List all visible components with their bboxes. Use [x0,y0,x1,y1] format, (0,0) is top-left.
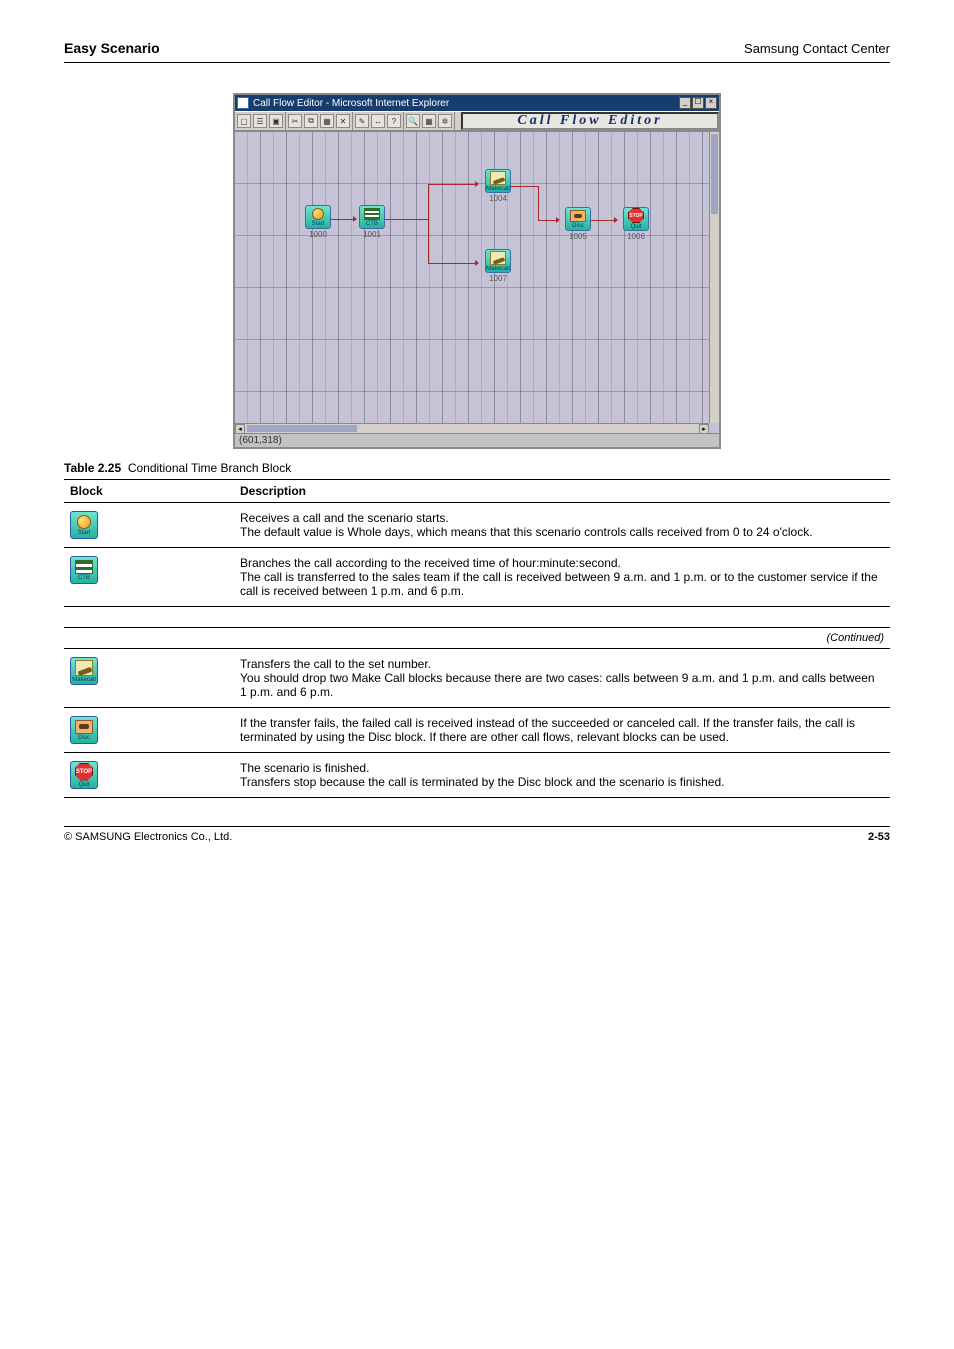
makecall-icon: Makecall [70,657,98,685]
close-button[interactable]: × [705,97,717,109]
arrow-icon [475,260,479,266]
table-caption: Table 2.25 Conditional Time Branch Block [64,461,890,475]
legend-table-part2: Makecall Transfers the call to the set n… [64,649,890,798]
page-footer: © SAMSUNG Electronics Co., Ltd. 2-53 [64,826,890,843]
toolbar-group-file: ▢ ☰ ▣ [235,112,286,130]
desc-cell: Branches the call according to the recei… [234,548,890,607]
ctb-icon [364,208,380,220]
minimize-button[interactable]: _ [679,97,691,109]
node-makecall-1[interactable]: Makecall 1004 [480,169,516,203]
scrollbar-thumb[interactable] [247,425,357,432]
scroll-right-icon[interactable]: ▸ [699,424,709,433]
table-row: Makecall Transfers the call to the set n… [64,649,890,708]
page-header: Easy Scenario Samsung Contact Center [64,40,890,63]
legend-table-part1: Block Description Start Receives a call … [64,479,890,607]
scroll-track[interactable] [245,424,699,433]
table-index: Table 2.25 [64,461,121,475]
ctb-icon: CTB [70,556,98,584]
connector [428,263,476,264]
node-makecall-2[interactable]: Makecall 1007 [480,249,516,283]
start-icon: Start [70,511,98,539]
connector [428,184,429,264]
arrow-icon [475,181,479,187]
disc-icon: Disc [70,716,98,744]
delete-icon[interactable]: ✕ [336,114,350,128]
ie-title-left: Call Flow Editor - Microsoft Internet Ex… [237,97,449,109]
toolbar-group-draw: ✎ ↔ ? [353,112,404,130]
vertical-scrollbar[interactable] [709,132,719,423]
zoom-icon[interactable]: 🔍 [406,114,420,128]
col-description: Description [234,480,890,503]
node-id: 1006 [618,232,654,241]
table-row: STOPQuit The scenario is finished. Trans… [64,753,890,798]
scrollbar-thumb[interactable] [711,134,718,214]
start-icon [312,208,324,220]
connector [384,219,428,220]
node-ctb[interactable]: CTB 1001 [354,205,390,239]
footer-copyright: © SAMSUNG Electronics Co., Ltd. [64,831,232,843]
node-start[interactable]: Start 1000 [300,205,336,239]
node-id: 1004 [480,194,516,203]
footer-page-number: 2-53 [868,831,890,843]
cursor-coordinates: (601,318) [239,435,282,446]
connector [538,220,556,221]
table-row: Disc If the transfer fails, the failed c… [64,708,890,753]
grid-icon[interactable]: ▦ [422,114,436,128]
save-icon[interactable]: ▣ [269,114,283,128]
desc-cell: Transfers the call to the set number. Yo… [234,649,890,708]
cut-icon[interactable]: ✂ [288,114,302,128]
desc-cell: If the transfer fails, the failed call i… [234,708,890,753]
table-title: Conditional Time Branch Block [128,461,291,475]
ie-toolbar: ▢ ☰ ▣ ✂ ⧉ ▦ ✕ ✎ ↔ ? 🔍 ▦ ✲ [235,111,719,131]
desc-cell: The scenario is finished. Transfers stop… [234,753,890,798]
copy-icon[interactable]: ⧉ [304,114,318,128]
table-row: CTB Branches the call according to the r… [64,548,890,607]
help-icon[interactable]: ? [387,114,401,128]
disc-icon [570,210,586,222]
cog-icon[interactable]: ✲ [438,114,452,128]
node-id: 1005 [560,232,596,241]
window-buttons: _ ☐ × [679,97,717,109]
phone-icon [490,171,506,185]
desc-cell: Receives a call and the scenario starts.… [234,503,890,548]
table-continued-label: (Continued) [64,627,890,649]
phone-icon [490,251,506,265]
link-icon[interactable]: ↔ [371,114,385,128]
scroll-left-icon[interactable]: ◂ [235,424,245,433]
node-disc[interactable]: Disc 1005 [560,207,596,241]
ie-titlebar: Call Flow Editor - Microsoft Internet Ex… [235,95,719,111]
ie-window: Call Flow Editor - Microsoft Internet Ex… [233,93,721,449]
header-chapter: Easy Scenario [64,40,160,56]
connector [538,186,539,220]
ie-window-title: Call Flow Editor - Microsoft Internet Ex… [253,98,449,109]
figure-callflow-editor: Call Flow Editor - Microsoft Internet Ex… [64,93,890,449]
connector [428,184,476,185]
table-row: Start Receives a call and the scenario s… [64,503,890,548]
paste-icon[interactable]: ▦ [320,114,334,128]
col-block: Block [64,480,234,503]
ie-app-icon [237,97,249,109]
canvas-grid[interactable]: Start 1000 CTB 1001 Makecall 1004 Makeca… [235,131,709,423]
quit-icon: STOPQuit [70,761,98,789]
pen-icon[interactable]: ✎ [355,114,369,128]
horizontal-scrollbar[interactable]: ◂ ▸ [235,423,709,433]
stop-icon: STOP [628,208,644,223]
maximize-button[interactable]: ☐ [692,97,704,109]
node-id: 1007 [480,274,516,283]
open-icon[interactable]: ☰ [253,114,267,128]
header-product: Samsung Contact Center [744,41,890,56]
status-bar: (601,318) [235,433,719,447]
toolbar-group-edit: ✂ ⧉ ▦ ✕ [286,112,353,130]
toolbar-group-view: 🔍 ▦ ✲ [404,112,455,130]
new-icon[interactable]: ▢ [237,114,251,128]
canvas-wrap: Start 1000 CTB 1001 Makecall 1004 Makeca… [235,131,719,433]
app-title-banner: Call Flow Editor [461,112,719,130]
node-id: 1000 [300,230,336,239]
node-quit[interactable]: STOPQuit 1006 [618,207,654,241]
node-id: 1001 [354,230,390,239]
